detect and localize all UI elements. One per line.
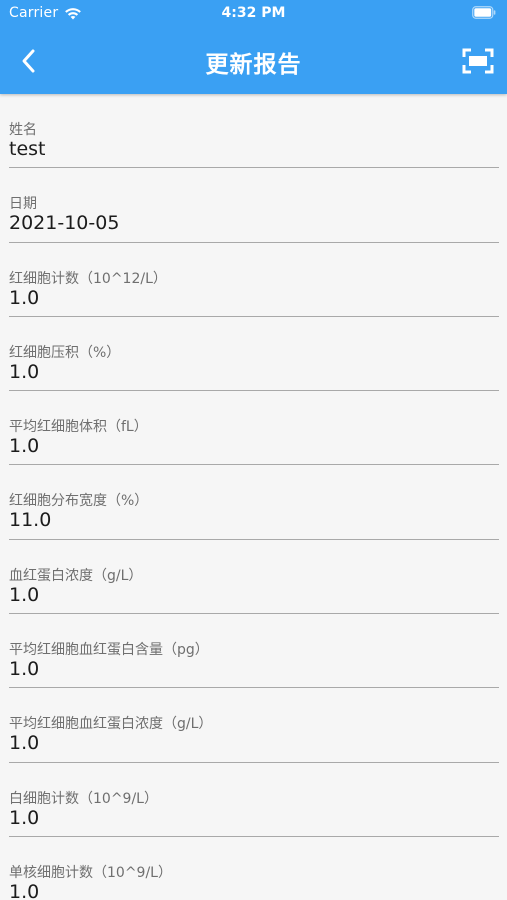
field-label: 平均红细胞体积（fL） bbox=[9, 419, 148, 436]
field-input[interactable]: 1.0 bbox=[9, 435, 39, 457]
scan-frame-icon bbox=[462, 48, 494, 74]
field-input[interactable]: 1.0 bbox=[9, 881, 39, 900]
page-title: 更新报告 bbox=[205, 52, 302, 78]
field-input[interactable]: 1.0 bbox=[9, 584, 39, 606]
field-input[interactable]: 1.0 bbox=[9, 658, 39, 680]
field-label: 血红蛋白浓度（g/L） bbox=[9, 567, 143, 584]
form-field-mch[interactable]: 平均红细胞血红蛋白含量（pg） 1.0 bbox=[9, 614, 499, 689]
battery-icon bbox=[472, 6, 496, 19]
form-field-mchc[interactable]: 平均红细胞血红蛋白浓度（g/L） 1.0 bbox=[9, 688, 499, 763]
form-field-rdw[interactable]: 红细胞分布宽度（%） 11.0 bbox=[9, 465, 499, 540]
field-input[interactable]: 11.0 bbox=[9, 509, 51, 531]
app-screen: Carrier 4:32 PM 更新报告 姓名 test 日期 2021-10-… bbox=[0, 0, 507, 900]
field-input[interactable]: 1.0 bbox=[9, 287, 39, 309]
field-label: 红细胞压积（%） bbox=[9, 344, 121, 361]
field-input[interactable]: 1.0 bbox=[9, 361, 39, 383]
app-bar: 更新报告 bbox=[0, 28, 507, 94]
field-label: 单核细胞计数（10^9/L） bbox=[9, 864, 172, 881]
field-label: 日期 bbox=[9, 196, 37, 213]
report-form: 姓名 test 日期 2021-10-05 红细胞计数（10^12/L） 1.0… bbox=[0, 94, 507, 900]
field-label: 平均红细胞血红蛋白浓度（g/L） bbox=[9, 716, 213, 733]
form-field-monocyte-count[interactable]: 单核细胞计数（10^9/L） 1.0 bbox=[9, 837, 499, 900]
scan-button[interactable] bbox=[459, 42, 497, 80]
form-field-hemoglobin[interactable]: 血红蛋白浓度（g/L） 1.0 bbox=[9, 540, 499, 615]
field-label: 红细胞计数（10^12/L） bbox=[9, 270, 167, 287]
field-label: 红细胞分布宽度（%） bbox=[9, 493, 149, 510]
status-time: 4:32 PM bbox=[221, 5, 286, 21]
form-field-mcv[interactable]: 平均红细胞体积（fL） 1.0 bbox=[9, 391, 499, 466]
form-field-rbc-count[interactable]: 红细胞计数（10^12/L） 1.0 bbox=[9, 243, 499, 317]
header: Carrier 4:32 PM 更新报告 bbox=[0, 0, 507, 94]
form-field-wbc-count[interactable]: 白细胞计数（10^9/L） 1.0 bbox=[9, 763, 499, 837]
field-label: 平均红细胞血红蛋白含量（pg） bbox=[9, 642, 209, 659]
status-bar: Carrier 4:32 PM bbox=[0, 0, 507, 28]
form-field-date[interactable]: 日期 2021-10-05 bbox=[9, 168, 499, 243]
field-input[interactable]: 1.0 bbox=[9, 807, 39, 829]
field-input[interactable]: test bbox=[9, 138, 46, 160]
field-label: 白细胞计数（10^9/L） bbox=[9, 790, 158, 807]
field-input[interactable]: 2021-10-05 bbox=[9, 212, 119, 234]
field-input[interactable]: 1.0 bbox=[9, 732, 39, 754]
field-label: 姓名 bbox=[9, 122, 37, 138]
form-field-name[interactable]: 姓名 test bbox=[9, 94, 499, 169]
form-field-hematocrit[interactable]: 红细胞压积（%） 1.0 bbox=[9, 317, 499, 392]
